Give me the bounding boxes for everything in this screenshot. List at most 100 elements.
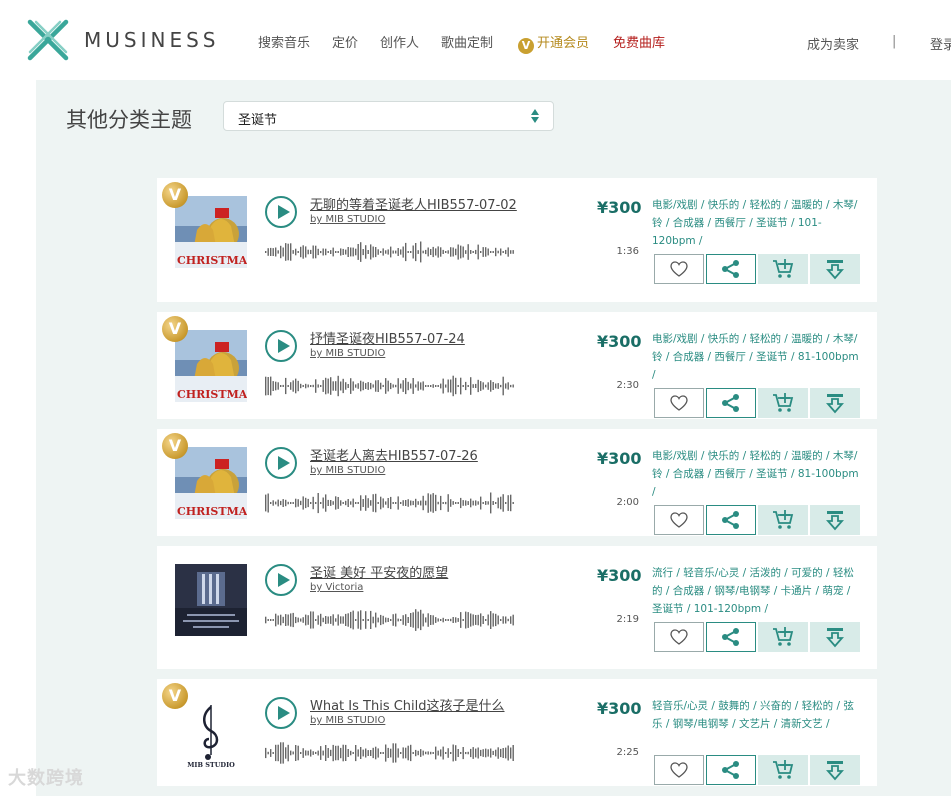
download-button[interactable]: [810, 622, 860, 652]
waveform-bar: [475, 615, 477, 625]
waveform-bar: [487, 749, 489, 757]
track-tags[interactable]: 电影/戏剧 / 快乐的 / 轻松的 / 温暖的 / 木琴/铃 / 合成器 / 西…: [652, 330, 862, 384]
track-title[interactable]: 抒情圣诞夜HIB557-07-24: [310, 328, 465, 347]
play-button[interactable]: [265, 697, 297, 729]
track-tags[interactable]: 流行 / 轻音乐/心灵 / 活泼的 / 可爱的 / 轻松的 / 合成器 / 钢琴…: [652, 564, 862, 618]
track-tags[interactable]: 轻音乐/心灵 / 鼓舞的 / 兴奋的 / 轻松的 / 弦乐 / 钢琴/电钢琴 /…: [652, 697, 862, 733]
nav-free-library[interactable]: 免费曲库: [613, 32, 665, 51]
waveform-bar: [455, 502, 457, 504]
album-cover[interactable]: MIB STUDIO: [175, 697, 247, 769]
waveform-bar: [287, 385, 289, 387]
share-button[interactable]: [706, 505, 756, 535]
track-artist[interactable]: by MIB STUDIO: [310, 465, 385, 476]
nav-pricing[interactable]: 定价: [332, 32, 358, 51]
favorite-button[interactable]: [654, 505, 704, 535]
favorite-button[interactable]: [654, 254, 704, 284]
waveform-bar: [317, 493, 319, 514]
add-to-cart-button[interactable]: [758, 755, 808, 785]
download-button[interactable]: [810, 388, 860, 418]
waveform[interactable]: [265, 240, 517, 264]
waveform-bar: [395, 613, 397, 627]
waveform-bar: [502, 251, 504, 253]
add-to-cart-button[interactable]: [758, 254, 808, 284]
album-cover[interactable]: [175, 564, 247, 636]
waveform-bar: [305, 614, 307, 626]
waveform[interactable]: [265, 608, 517, 632]
waveform-bar: [445, 752, 447, 754]
download-button[interactable]: [810, 755, 860, 785]
add-to-cart-button[interactable]: [758, 388, 808, 418]
waveform-bar: [285, 377, 287, 395]
share-button[interactable]: [706, 254, 756, 284]
add-to-cart-button[interactable]: [758, 622, 808, 652]
share-button[interactable]: [706, 388, 756, 418]
waveform-bar: [450, 379, 452, 393]
waveform-bar: [290, 243, 292, 261]
track-title[interactable]: 圣诞 美好 平安夜的愿望: [310, 562, 448, 581]
waveform-bar: [412, 500, 414, 506]
nav-vip[interactable]: V 开通会员: [518, 32, 589, 54]
nav-search-music[interactable]: 搜索音乐: [258, 32, 310, 51]
track-title[interactable]: 无聊的等着圣诞老人HIB557-07-02: [310, 194, 517, 213]
waveform-bar: [432, 615, 434, 625]
nav-creators[interactable]: 创作人: [380, 32, 419, 51]
share-button[interactable]: [706, 755, 756, 785]
track-artist[interactable]: by MIB STUDIO: [310, 715, 385, 726]
waveform-bar: [325, 248, 327, 256]
waveform-bar: [385, 617, 387, 623]
track-artist[interactable]: by MIB STUDIO: [310, 348, 385, 359]
waveform-bar: [467, 751, 469, 755]
album-cover[interactable]: CHRISTMAS: [175, 447, 247, 519]
theme-select[interactable]: 圣诞节: [223, 101, 554, 131]
waveform-bar: [502, 748, 504, 758]
waveform-bar: [395, 502, 397, 504]
waveform-bar: [382, 752, 384, 754]
waveform-bar: [350, 501, 352, 505]
waveform-bar: [472, 614, 474, 626]
download-button[interactable]: [810, 505, 860, 535]
cover-christmas-text: CHRISTMAS: [177, 388, 247, 401]
waveform-bar: [485, 748, 487, 758]
waveform-bar: [397, 496, 399, 510]
play-button[interactable]: [265, 564, 297, 596]
track-title[interactable]: 圣诞老人离去HIB557-07-26: [310, 445, 478, 464]
waveform-bar: [285, 499, 287, 507]
share-button[interactable]: [706, 622, 756, 652]
waveform-bar: [270, 619, 272, 621]
nav-custom-song[interactable]: 歌曲定制: [441, 32, 493, 51]
waveform-bar: [327, 251, 329, 253]
track-artist[interactable]: by Victoria: [310, 582, 363, 593]
waveform-bar: [347, 613, 349, 627]
become-seller-link[interactable]: 成为卖家: [807, 34, 859, 53]
waveform-bar: [290, 750, 292, 756]
login-link[interactable]: 登录: [930, 34, 951, 53]
musiness-logo-icon[interactable]: [26, 18, 70, 62]
waveform[interactable]: [265, 741, 517, 765]
brand-name[interactable]: MUSINESS: [84, 28, 219, 52]
waveform-bar: [507, 618, 509, 622]
waveform-bar: [322, 617, 324, 623]
favorite-button[interactable]: [654, 755, 704, 785]
album-cover[interactable]: CHRISTMAS: [175, 330, 247, 402]
track-title[interactable]: What Is This Child这孩子是什么: [310, 695, 505, 714]
waveform[interactable]: [265, 491, 517, 515]
waveform-bar: [437, 750, 439, 756]
track-artist[interactable]: by MIB STUDIO: [310, 214, 385, 225]
track-tags[interactable]: 电影/戏剧 / 快乐的 / 轻松的 / 温暖的 / 木琴/铃 / 合成器 / 西…: [652, 196, 862, 250]
waveform-bar: [300, 618, 302, 622]
favorite-button[interactable]: [654, 388, 704, 418]
waveform-bar: [430, 751, 432, 755]
waveform-bar: [287, 744, 289, 762]
download-button[interactable]: [810, 254, 860, 284]
add-to-cart-button[interactable]: [758, 505, 808, 535]
waveform[interactable]: [265, 374, 517, 398]
play-button[interactable]: [265, 330, 297, 362]
track-tags[interactable]: 电影/戏剧 / 快乐的 / 轻松的 / 温暖的 / 木琴/铃 / 合成器 / 西…: [652, 447, 862, 501]
play-button[interactable]: [265, 447, 297, 479]
album-cover[interactable]: CHRISTMAS: [175, 196, 247, 268]
play-button[interactable]: [265, 196, 297, 228]
waveform-bar: [380, 251, 382, 253]
favorite-button[interactable]: [654, 622, 704, 652]
waveform-bar: [440, 247, 442, 257]
waveform-bar: [442, 378, 444, 394]
